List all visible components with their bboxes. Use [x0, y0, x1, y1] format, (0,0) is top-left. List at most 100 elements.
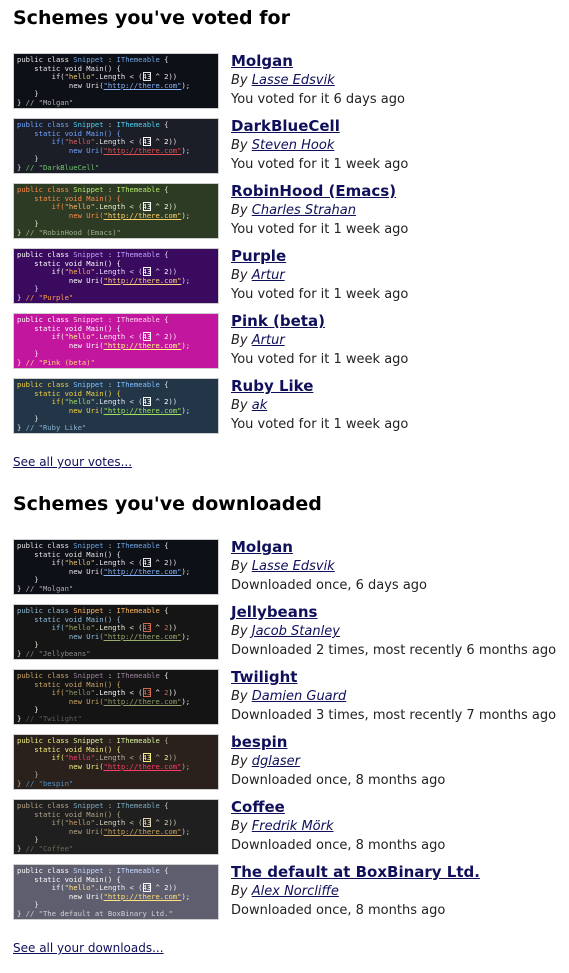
- scheme-name-link[interactable]: Pink (beta): [231, 312, 408, 331]
- author-link[interactable]: Jacob Stanley: [252, 624, 340, 639]
- code-token: {: [159, 185, 169, 194]
- scheme-name-link[interactable]: Twilight: [231, 668, 556, 687]
- code-token: "Purple": [38, 292, 74, 302]
- see-all-votes-link[interactable]: See all your votes...: [13, 455, 132, 469]
- author-link[interactable]: Artur: [252, 268, 285, 283]
- code-line: } // "bespin": [17, 779, 215, 789]
- scheme-name-link[interactable]: RobinHood (Emacs): [231, 182, 408, 201]
- scheme-preview-thumbnail[interactable]: public class Snippet : IThemeable { stat…: [13, 604, 219, 660]
- code-line: new Uri("http://there.com");: [17, 762, 215, 772]
- scheme-preview-thumbnail[interactable]: public class Snippet : IThemeable { stat…: [13, 864, 219, 920]
- author-link[interactable]: ak: [252, 398, 268, 413]
- scheme-name-link[interactable]: Molgan: [231, 52, 405, 71]
- code-line: new Uri("http://there.com");: [17, 210, 215, 221]
- code-token: {: [159, 671, 169, 680]
- scheme-name-link[interactable]: DarkBlueCell: [231, 117, 408, 136]
- code-line: } // "Purple": [17, 292, 215, 303]
- code-token: "Molgan": [38, 583, 74, 593]
- scheme-preview-thumbnail[interactable]: public class Snippet : IThemeable { stat…: [13, 313, 219, 369]
- see-all-downloads-link[interactable]: See all your downloads...: [13, 941, 164, 955]
- author-link[interactable]: Steven Hook: [252, 138, 335, 153]
- scheme-info: Coffee By Fredrik Mörk Downloaded once, 8 …: [231, 798, 445, 855]
- code-token: );: [181, 405, 191, 415]
- code-token: {: [159, 250, 169, 259]
- scheme-item: public class Snippet : IThemeable { stat…: [13, 733, 558, 799]
- scheme-preview-thumbnail[interactable]: public class Snippet : IThemeable { stat…: [13, 378, 219, 434]
- scheme-author-line: By Alex Norcliffe: [231, 882, 480, 901]
- code-token: }: [17, 908, 26, 918]
- by-label: By: [231, 268, 252, 283]
- code-token: {: [159, 801, 169, 810]
- scheme-preview-thumbnail[interactable]: public class Snippet : IThemeable { stat…: [13, 183, 219, 239]
- scheme-name-link[interactable]: bespin: [231, 733, 445, 752]
- code-token: {: [159, 541, 169, 550]
- scheme-item: public class Snippet : IThemeable { stat…: [13, 377, 558, 443]
- by-label: By: [231, 398, 252, 413]
- downloaded-scheme-list: public class Snippet : IThemeable { stat…: [13, 538, 558, 929]
- scheme-name-link[interactable]: Purple: [231, 247, 408, 266]
- code-token: IThemeable: [116, 801, 160, 810]
- author-link[interactable]: Lasse Edsvik: [252, 73, 335, 88]
- code-token: IThemeable: [116, 55, 160, 64]
- author-link[interactable]: Charles Strahan: [252, 203, 356, 218]
- code-token: );: [181, 210, 191, 220]
- scheme-preview-thumbnail[interactable]: public class Snippet : IThemeable { stat…: [13, 539, 219, 595]
- scheme-item: public class Snippet : IThemeable { stat…: [13, 798, 558, 864]
- code-line: new Uri("http://there.com");: [17, 81, 215, 91]
- scheme-preview-thumbnail[interactable]: public class Snippet : IThemeable { stat…: [13, 118, 219, 174]
- code-line: } // "RobinHood (Emacs)": [17, 227, 215, 238]
- scheme-name-link[interactable]: Jellybeans: [231, 603, 556, 622]
- code-token: }: [17, 162, 26, 172]
- code-line: new Uri("http://there.com");: [17, 827, 215, 837]
- code-line: new Uri("http://there.com");: [17, 696, 215, 707]
- code-token: "http://there.com": [103, 696, 182, 706]
- scheme-item: public class Snippet : IThemeable { stat…: [13, 863, 558, 929]
- scheme-name-link[interactable]: The default at BoxBinary Ltd.: [231, 863, 480, 882]
- code-token: }: [17, 583, 26, 593]
- scheme-name-link[interactable]: Ruby Like: [231, 377, 408, 396]
- code-token: );: [181, 631, 191, 641]
- scheme-info: Purple By Artur You voted for it 1 week ag…: [231, 247, 408, 304]
- scheme-activity: You voted for it 1 week ago: [231, 352, 409, 367]
- code-token: "Coffee": [38, 843, 74, 853]
- code-token: "DarkBlueCell": [38, 162, 100, 172]
- scheme-info: DarkBlueCell By Steven Hook You voted for …: [231, 117, 408, 174]
- code-token: //: [25, 843, 39, 853]
- code-token: "http://there.com": [103, 566, 182, 576]
- scheme-name-link[interactable]: Coffee: [231, 798, 445, 817]
- author-link[interactable]: Artur: [252, 333, 285, 348]
- code-line: new Uri("http://there.com");: [17, 405, 215, 416]
- code-line: new Uri("http://there.com");: [17, 566, 215, 577]
- scheme-preview-thumbnail[interactable]: public class Snippet : IThemeable { stat…: [13, 734, 219, 790]
- code-token: //: [25, 227, 39, 237]
- author-link[interactable]: Alex Norcliffe: [252, 884, 339, 899]
- author-link[interactable]: Damien Guard: [252, 689, 347, 704]
- code-token: IThemeable: [116, 671, 160, 680]
- author-link[interactable]: Fredrik Mörk: [252, 819, 334, 834]
- scheme-preview-thumbnail[interactable]: public class Snippet : IThemeable { stat…: [13, 53, 219, 109]
- code-token: IThemeable: [116, 315, 160, 324]
- code-token: "http://there.com": [103, 405, 182, 415]
- code-line: new Uri("http://there.com");: [17, 631, 215, 642]
- scheme-preview-thumbnail[interactable]: public class Snippet : IThemeable { stat…: [13, 799, 219, 855]
- scheme-name-link[interactable]: Molgan: [231, 538, 427, 557]
- code-line: } // "Ruby Like": [17, 423, 215, 433]
- code-token: //: [25, 713, 39, 723]
- scheme-item: public class Snippet : IThemeable { stat…: [13, 182, 558, 248]
- scheme-author-line: By Steven Hook: [231, 136, 408, 155]
- scheme-item: public class Snippet : IThemeable { stat…: [13, 603, 558, 669]
- scheme-preview-thumbnail[interactable]: public class Snippet : IThemeable { stat…: [13, 248, 219, 304]
- code-token: //: [25, 162, 39, 172]
- code-line: new Uri("http://there.com");: [17, 892, 215, 902]
- author-link[interactable]: dglaser: [252, 754, 300, 769]
- code-token: }: [17, 843, 26, 853]
- code-token: "http://there.com": [103, 631, 182, 641]
- code-line: } // "Pink (beta)": [17, 358, 215, 368]
- scheme-item: public class Snippet : IThemeable { stat…: [13, 247, 558, 313]
- scheme-preview-thumbnail[interactable]: public class Snippet : IThemeable { stat…: [13, 669, 219, 725]
- code-token: "Molgan": [38, 97, 74, 107]
- scheme-item: public class Snippet : IThemeable { stat…: [13, 538, 558, 604]
- scheme-info: bespin By dglaser Downloaded once, 8 month…: [231, 733, 445, 790]
- scheme-info: Molgan By Lasse Edsvik You voted for it 6 …: [231, 52, 405, 109]
- author-link[interactable]: Lasse Edsvik: [252, 559, 335, 574]
